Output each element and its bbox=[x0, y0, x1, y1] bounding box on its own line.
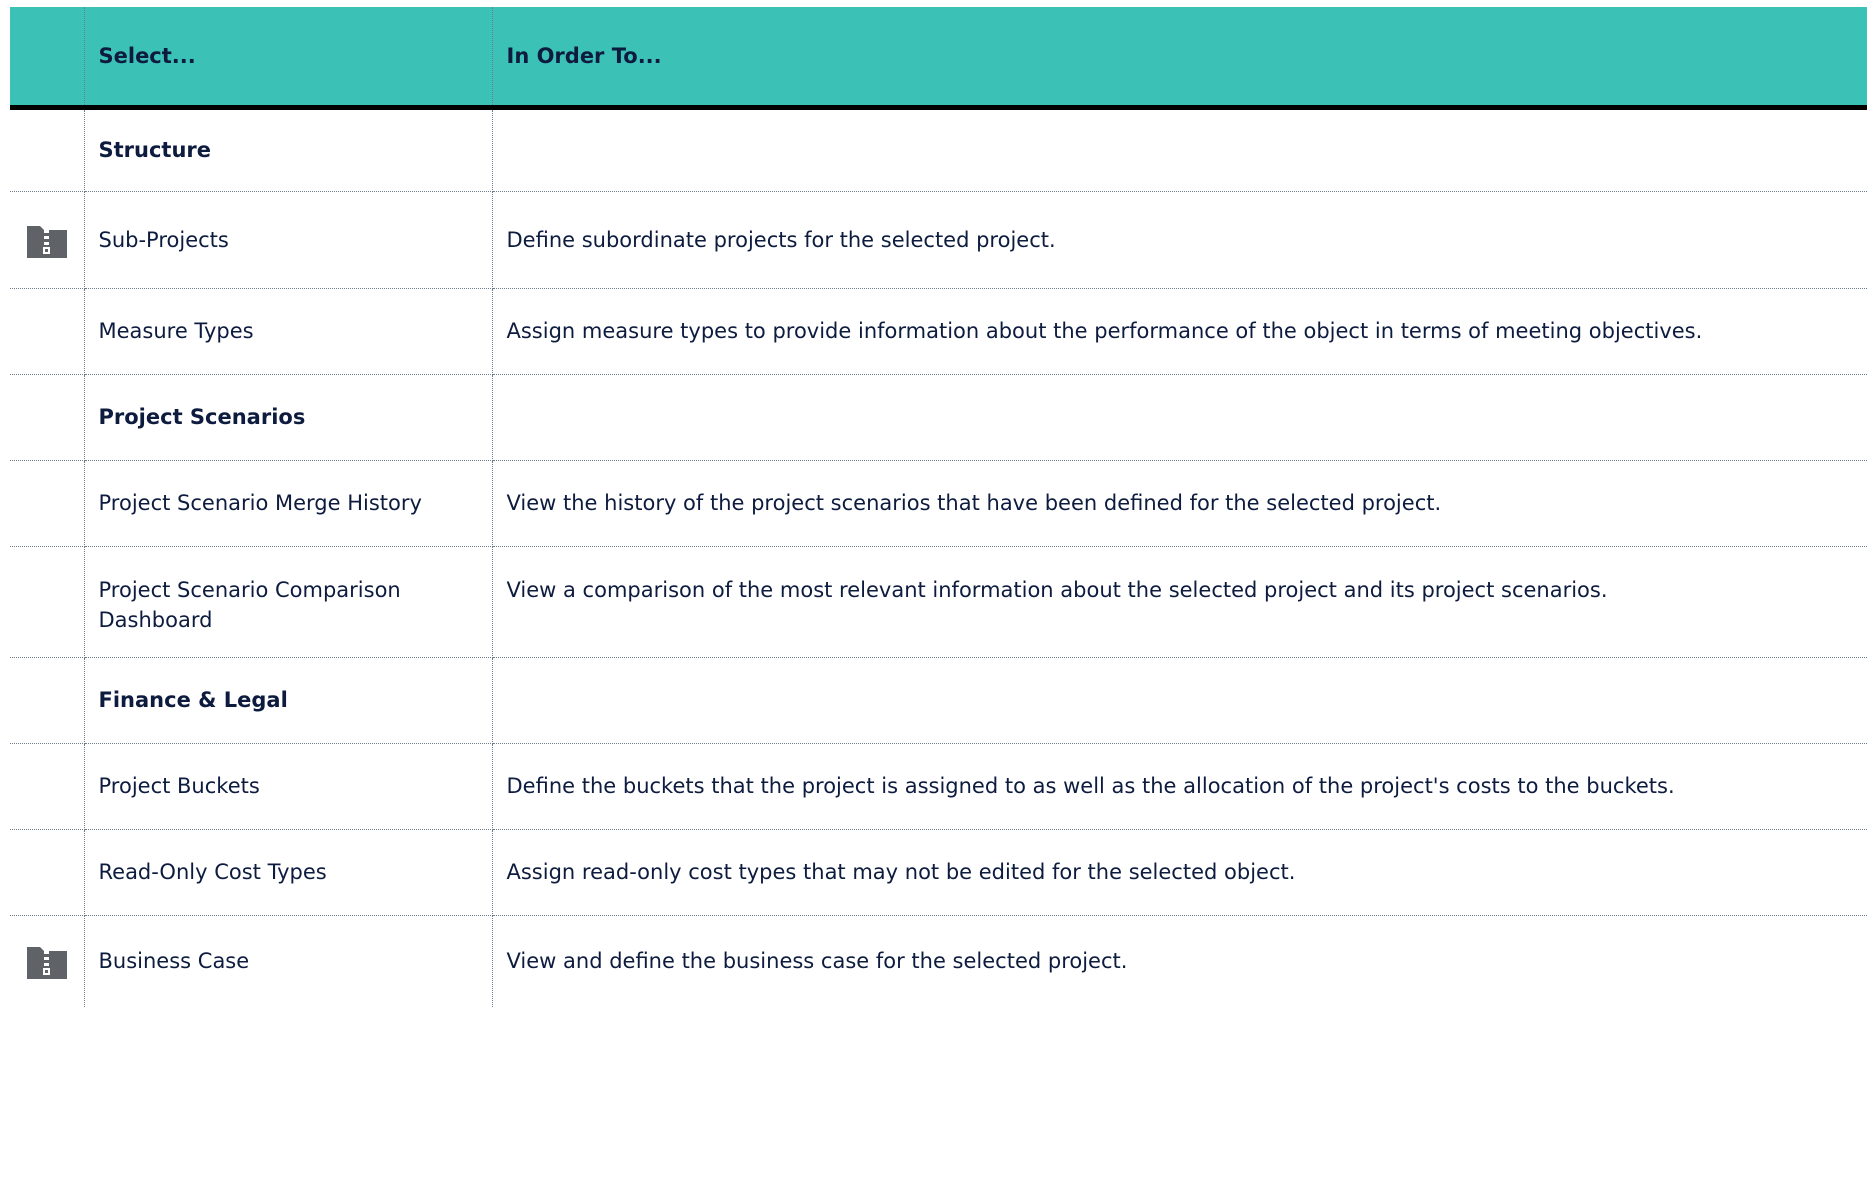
row-icon-cell bbox=[10, 829, 85, 916]
header-select-column: Select... bbox=[84, 7, 493, 110]
row-icon-cell bbox=[10, 191, 85, 289]
row-description: View and define the business case for th… bbox=[506, 949, 1128, 974]
row-icon-cell bbox=[10, 288, 85, 375]
row-icon-cell bbox=[10, 657, 85, 744]
section-description bbox=[492, 657, 1867, 744]
row-select-label: Project Scenario Comparison Dashboard bbox=[84, 546, 493, 658]
zip-folder-icon bbox=[26, 222, 67, 258]
row-select-label: Measure Types bbox=[84, 288, 493, 375]
table-section-row: Structure bbox=[10, 107, 1867, 192]
zip-folder-icon bbox=[26, 943, 67, 980]
row-select-label: Project Buckets bbox=[84, 743, 493, 830]
table-section-row: Finance & Legal bbox=[10, 657, 1867, 744]
row-select-label: Business Case bbox=[84, 915, 493, 1007]
row-select-label: Read-Only Cost Types bbox=[84, 829, 493, 916]
table-row: Sub-Projects Define subordinate projects… bbox=[10, 191, 1867, 289]
row-description: Define the buckets that the project is a… bbox=[492, 743, 1867, 830]
options-table-container: Select... In Order To... Structure Sub-P… bbox=[10, 7, 1867, 1007]
row-icon-cell bbox=[10, 460, 85, 547]
row-icon-cell bbox=[10, 546, 85, 658]
table-row: Project Buckets Define the buckets that … bbox=[10, 743, 1867, 830]
table-section-row: Project Scenarios bbox=[10, 374, 1867, 461]
row-description: Assign read-only cost types that may not… bbox=[492, 829, 1867, 916]
section-description bbox=[492, 374, 1867, 461]
row-icon-cell bbox=[10, 107, 85, 192]
header-order-column: In Order To... bbox=[492, 7, 1867, 110]
table-row: Project Scenario Merge History View the … bbox=[10, 460, 1867, 547]
table-row: Measure Types Assign measure types to pr… bbox=[10, 288, 1867, 375]
section-heading: Project Scenarios bbox=[84, 374, 493, 461]
section-heading: Structure bbox=[84, 107, 493, 192]
table-row: Read-Only Cost Types Assign read-only co… bbox=[10, 829, 1867, 916]
table-row: Project Scenario Comparison Dashboard Vi… bbox=[10, 546, 1867, 658]
row-icon-cell bbox=[10, 374, 85, 461]
row-icon-cell bbox=[10, 915, 85, 1007]
table-row: Business Case View and define the busine… bbox=[10, 915, 1867, 1007]
row-select-label: Sub-Projects bbox=[84, 191, 493, 289]
row-description: Assign measure types to provide informat… bbox=[492, 288, 1867, 375]
row-description: View a comparison of the most relevant i… bbox=[492, 546, 1867, 658]
row-description: Define subordinate projects for the sele… bbox=[492, 191, 1867, 289]
options-table: Select... In Order To... Structure Sub-P… bbox=[10, 7, 1867, 1007]
table-header-row: Select... In Order To... bbox=[10, 7, 1867, 110]
row-icon-cell bbox=[10, 743, 85, 830]
row-select-label: Project Scenario Merge History bbox=[84, 460, 493, 547]
section-description bbox=[492, 107, 1867, 192]
row-description: View the history of the project scenario… bbox=[492, 460, 1867, 547]
section-heading: Finance & Legal bbox=[84, 657, 493, 744]
header-icon-column bbox=[10, 7, 85, 110]
